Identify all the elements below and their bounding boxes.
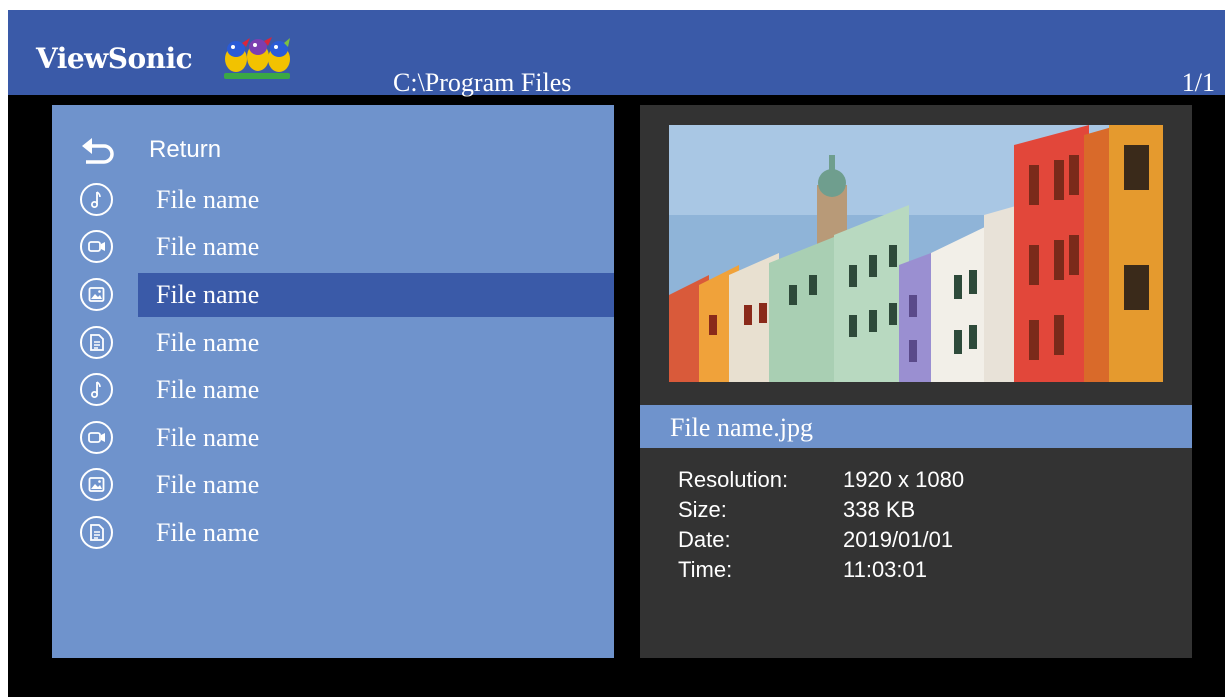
size-label: Size: [678, 497, 727, 522]
file-name-label: File name [156, 375, 260, 404]
video-icon [80, 421, 113, 454]
time-value: 11:03:01 [843, 557, 928, 582]
date-value: 2019/01/01 [843, 527, 954, 552]
file-name-label: File name [156, 518, 260, 547]
size-value: 338 KB [843, 497, 916, 522]
file-name-label: File name [156, 280, 260, 309]
file-list-panel: Return File name File name File name Fil… [52, 105, 614, 658]
file-list-item[interactable]: File name [52, 321, 614, 365]
brand-birds-logo-icon [224, 37, 290, 79]
file-name-label: File name [156, 470, 260, 499]
image-icon [80, 278, 113, 311]
video-icon [80, 230, 113, 263]
file-list-item[interactable]: File name [52, 225, 614, 269]
media-player-screen: ViewSonic C:\Program Files 1/1 Return Fi… [0, 0, 1225, 697]
file-name-label: File name [156, 328, 260, 357]
music-note-icon [80, 183, 113, 216]
image-preview [669, 125, 1163, 382]
return-label: Return [149, 136, 222, 163]
file-list-item[interactable]: File name [52, 463, 614, 507]
file-list-item[interactable]: File name [52, 416, 614, 460]
time-label: Time: [678, 557, 733, 582]
resolution-label: Resolution: [678, 467, 789, 492]
date-label: Date: [678, 527, 731, 552]
document-icon [80, 326, 113, 359]
brand-logo-text: ViewSonic [36, 42, 193, 75]
file-name-label: File name [156, 423, 260, 452]
file-list-item[interactable]: File name [52, 511, 614, 555]
current-path: C:\Program Files [393, 68, 572, 97]
music-note-icon [80, 373, 113, 406]
file-list-item-selected[interactable]: File name [52, 273, 614, 317]
file-name-label: File name [156, 185, 260, 214]
selected-file-name-bar: File name.jpg [640, 405, 1192, 448]
file-list-item[interactable]: File name [52, 178, 614, 222]
header-bar: ViewSonic C:\Program Files 1/1 [8, 10, 1225, 97]
selected-file-name: File name.jpg [670, 413, 813, 442]
resolution-value: 1920 x 1080 [843, 467, 965, 492]
return-button[interactable]: Return [52, 132, 614, 172]
page-indicator: 1/1 [1181, 68, 1215, 97]
file-list-item[interactable]: File name [52, 368, 614, 412]
image-icon [80, 468, 113, 501]
file-detail-panel: File name.jpg Resolution: 1920 x 1080 Si… [640, 105, 1192, 658]
return-arrow-icon [82, 138, 114, 164]
file-name-label: File name [156, 232, 260, 261]
document-icon [80, 516, 113, 549]
